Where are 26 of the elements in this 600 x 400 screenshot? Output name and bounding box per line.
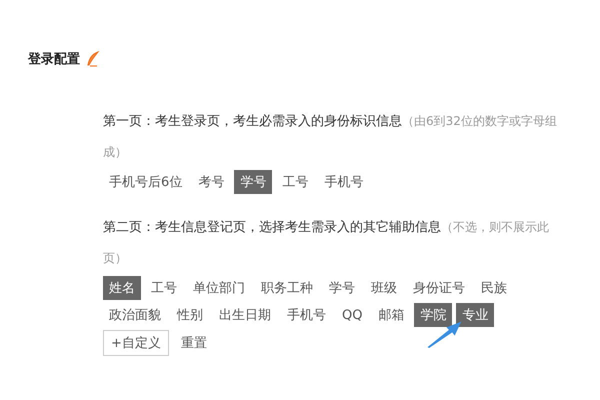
field-tag[interactable]: 学号 [234, 170, 272, 194]
field-tag[interactable]: 职务工种 [255, 276, 319, 300]
field-tag[interactable]: 学院 [414, 303, 452, 327]
field-tag[interactable]: 出生日期 [213, 303, 277, 327]
field-tag[interactable]: 工号 [276, 170, 314, 194]
add-custom-button[interactable]: +自定义 [103, 330, 169, 356]
field-tag[interactable]: 学号 [323, 276, 361, 300]
section-description: 第二页：考生信息登记页，选择考生需录入的其它辅助信息（不选，则不展示此页） [103, 219, 550, 267]
field-tag[interactable]: 手机号 [318, 170, 370, 194]
field-tag[interactable]: 手机号后6位 [103, 170, 188, 194]
field-tag[interactable]: 民族 [475, 276, 513, 300]
field-tag[interactable]: 身份证号 [407, 276, 471, 300]
field-tag[interactable]: 邮箱 [372, 303, 410, 327]
field-tag[interactable]: 专业 [456, 303, 494, 327]
feather-icon [86, 51, 100, 67]
field-tag[interactable]: 单位部门 [187, 276, 251, 300]
field-tag[interactable]: 手机号 [281, 303, 332, 327]
field-tag[interactable]: 工号 [145, 276, 183, 300]
field-tag[interactable]: 政治面貌 [103, 303, 167, 327]
field-tag[interactable]: 考号 [192, 170, 230, 194]
section-description: 第一页：考生登录页，考生必需录入的身份标识信息（由6到32位的数字或字母组成） [103, 113, 558, 161]
field-tag[interactable]: 姓名 [103, 276, 141, 300]
field-tag[interactable]: 班级 [365, 276, 403, 300]
field-tag[interactable]: 性别 [171, 303, 209, 327]
field-tag[interactable]: QQ [336, 303, 368, 327]
section-title: 登录配置 [28, 51, 80, 68]
